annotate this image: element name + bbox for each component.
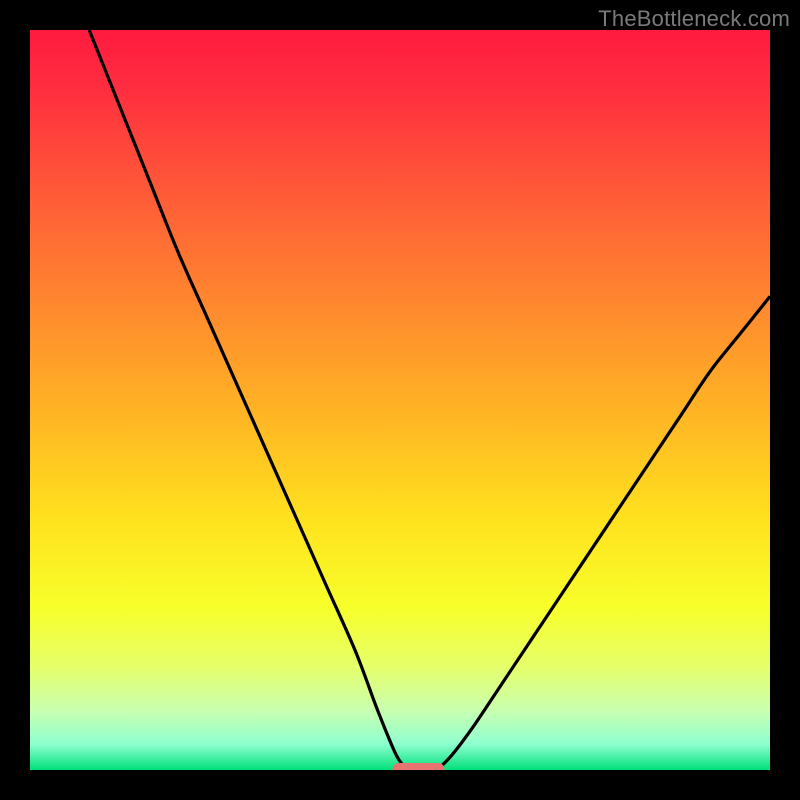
plot-frame-bottom bbox=[0, 770, 800, 800]
plot-frame-right bbox=[770, 0, 800, 800]
chart-canvas: TheBottleneck.com bbox=[0, 0, 800, 800]
bottleneck-chart bbox=[0, 0, 800, 800]
plot-background bbox=[30, 30, 770, 770]
attribution-text: TheBottleneck.com bbox=[598, 6, 790, 32]
plot-frame-left bbox=[0, 0, 30, 800]
